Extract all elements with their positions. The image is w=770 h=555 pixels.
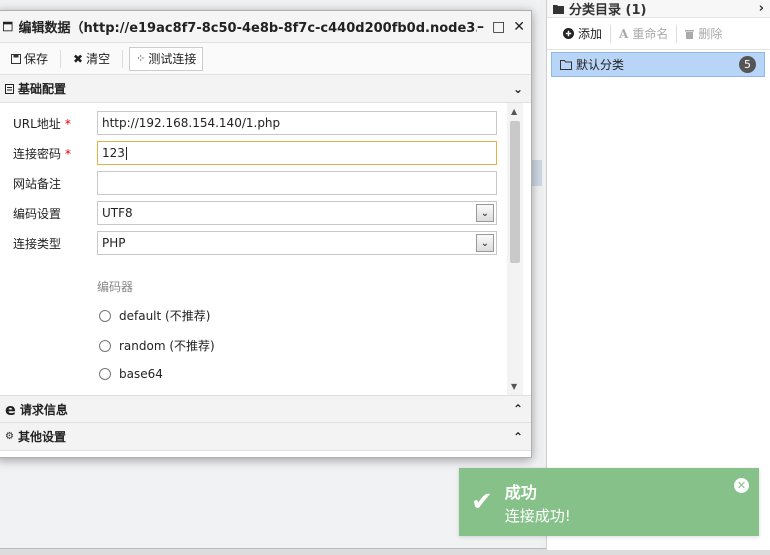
save-button-label: 保存 [24, 52, 49, 66]
encoding-label: 编码设置 [13, 206, 62, 221]
category-panel-title: 分类目录 (1) [569, 3, 647, 18]
minimize-icon[interactable]: – [477, 19, 484, 35]
type-select[interactable]: PHP ⌄ [97, 231, 497, 255]
close-icon[interactable]: ✕ [513, 19, 525, 35]
success-toast: ✔ 成功 连接成功! ✕ [459, 468, 759, 536]
encoder-option-base64[interactable]: base64 [99, 367, 163, 381]
encoding-row: 编码设置 UTF8 ⌄ [0, 201, 503, 225]
rename-category-button[interactable]: A 重命名 [611, 25, 676, 42]
request-info-title: 请求信息 [19, 402, 68, 417]
radio-button[interactable] [99, 339, 111, 352]
category-item-label: 默认分类 [576, 58, 625, 72]
basic-config-header[interactable]: 基础配置 ⌄ [0, 75, 531, 103]
edit-data-dialog: 编辑数据（http://e19ac8f7-8c50-4e8b-8f7c-c440… [0, 10, 532, 458]
chevron-up-icon[interactable]: ⌃ [513, 402, 523, 416]
form-scrollbar[interactable]: ▲ ▼ [507, 103, 523, 395]
encoder-option-default[interactable]: default (不推荐) [99, 307, 210, 324]
chevron-down-icon[interactable]: ⌄ [513, 82, 523, 96]
plus-circle-icon [563, 28, 574, 39]
clear-button[interactable]: ✖ 清空 [67, 47, 116, 70]
gears-icon: ⚙ [5, 431, 14, 442]
toolbar-divider [60, 49, 62, 68]
chevron-up-icon[interactable]: ⌃ [513, 430, 523, 444]
password-label: 连接密码 * [13, 146, 72, 161]
folder-outline-icon [560, 59, 572, 70]
delete-category-button[interactable]: 删除 [677, 25, 730, 42]
encoder-label: 编码器 [97, 280, 134, 294]
dialog-toolbar: 保存 ✖ 清空 ⁘ 测试连接 [0, 43, 531, 75]
chevron-down-icon[interactable]: ⌄ [476, 204, 494, 222]
dialog-title: 编辑数据（http://e19ac8f7-8c50-4e8b-8f7c-c440… [18, 21, 478, 36]
test-connection-label: 测试连接 [148, 52, 197, 66]
spinner-icon: ⁘ [136, 52, 146, 65]
note-input[interactable] [97, 171, 497, 195]
scroll-thumb[interactable] [510, 121, 520, 263]
document-icon [5, 83, 14, 94]
url-label: URL地址 * [13, 116, 71, 131]
toast-message: 连接成功! [504, 506, 571, 525]
ie-icon: e [5, 399, 16, 419]
url-input[interactable]: http://192.168.154.140/1.php [97, 111, 497, 135]
toast-title: 成功 [504, 482, 537, 502]
save-icon [11, 53, 21, 64]
trash-icon [685, 29, 695, 39]
note-label: 网站备注 [13, 176, 62, 191]
category-panel-header: 分类目录 (1) › [547, 0, 770, 18]
scroll-down-icon[interactable]: ▼ [511, 382, 517, 391]
rename-category-label: 重命名 [632, 27, 669, 41]
type-row: 连接类型 PHP ⌄ [0, 231, 503, 255]
delete-category-label: 删除 [698, 27, 723, 41]
x-icon: ✖ [73, 51, 84, 66]
encoder-option-label: default (不推荐) [119, 309, 211, 323]
encoder-option-random[interactable]: random (不推荐) [99, 337, 215, 354]
test-connection-button[interactable]: ⁘ 测试连接 [129, 46, 204, 71]
required-mark: * [64, 116, 71, 131]
toast-text: 成功 连接成功! [505, 479, 571, 526]
request-info-header[interactable]: e 请求信息 ⌃ [0, 395, 531, 423]
note-row: 网站备注 [0, 171, 503, 195]
encoding-select[interactable]: UTF8 ⌄ [97, 201, 497, 225]
scroll-up-icon[interactable]: ▲ [511, 107, 517, 116]
password-row: 连接密码 * 123 [0, 141, 503, 165]
toolbar-divider [122, 49, 124, 68]
encoder-option-label: random (不推荐) [119, 339, 215, 353]
close-icon[interactable]: ✕ [734, 478, 749, 493]
window-icon [3, 21, 13, 32]
add-category-label: 添加 [578, 27, 603, 41]
category-toolbar: 添加 A 重命名 删除 [547, 18, 770, 50]
add-category-button[interactable]: 添加 [555, 25, 610, 42]
url-row: URL地址 * http://192.168.154.140/1.php [0, 111, 503, 135]
chevron-down-icon[interactable]: ⌄ [476, 234, 494, 252]
password-input[interactable]: 123 [97, 141, 497, 165]
basic-config-form: URL地址 * http://192.168.154.140/1.php 连接密码… [0, 103, 531, 395]
folder-icon [553, 4, 564, 14]
save-button[interactable]: 保存 [5, 47, 54, 70]
category-item-default[interactable]: 默认分类 5 [551, 52, 765, 77]
font-icon: A [619, 26, 629, 41]
checkmark-icon: ✔ [471, 487, 493, 517]
required-mark: * [65, 146, 72, 161]
chevron-right-icon[interactable]: › [759, 1, 764, 16]
category-count-badge: 5 [739, 56, 756, 73]
type-label: 连接类型 [13, 236, 62, 251]
dialog-titlebar[interactable]: 编辑数据（http://e19ac8f7-8c50-4e8b-8f7c-c440… [0, 11, 531, 43]
text-caret [125, 146, 127, 160]
other-settings-header[interactable]: ⚙ 其他设置 ⌃ [0, 423, 531, 451]
maximize-icon[interactable]: □ [492, 19, 505, 35]
radio-button[interactable] [99, 368, 111, 380]
other-settings-title: 其他设置 [17, 430, 66, 444]
basic-config-title: 基础配置 [18, 82, 67, 96]
clear-button-label: 清空 [86, 52, 111, 66]
encoder-option-label: base64 [119, 367, 163, 381]
radio-button[interactable] [99, 309, 111, 322]
